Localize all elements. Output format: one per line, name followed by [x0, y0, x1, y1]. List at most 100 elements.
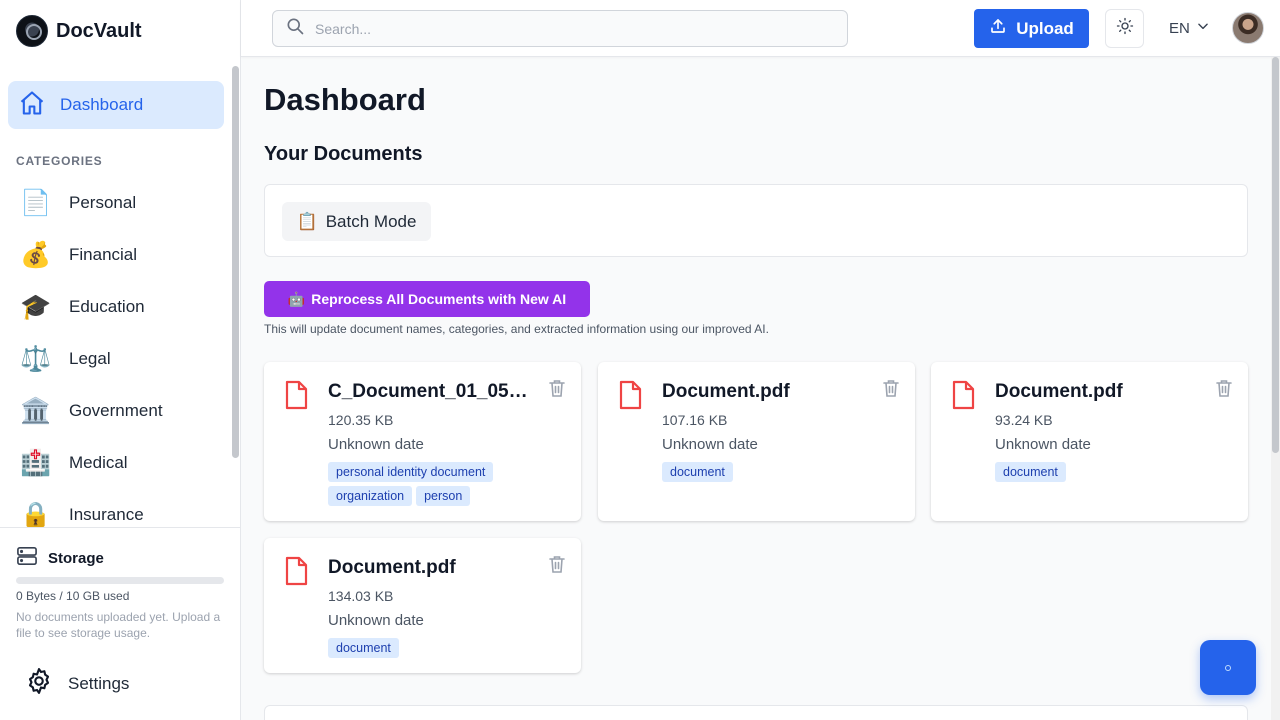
settings-link[interactable]: Settings — [24, 666, 129, 701]
storage-progress-bar — [16, 577, 224, 584]
document-name: C_Document_01_05_1... — [328, 381, 538, 402]
sidebar-item-personal[interactable]: 📄 Personal — [20, 183, 220, 223]
chat-assistant-button[interactable] — [1200, 640, 1256, 695]
file-icon — [618, 380, 642, 415]
sidebar-scrollbar[interactable] — [232, 66, 239, 458]
main-scrollbar[interactable] — [1272, 57, 1279, 453]
file-icon — [951, 380, 975, 415]
document-tag[interactable]: document — [328, 638, 399, 658]
document-tag[interactable]: document — [995, 462, 1066, 482]
sidebar-item-education[interactable]: 🎓 Education — [20, 287, 220, 327]
sidebar-item-legal[interactable]: ⚖️ Legal — [20, 339, 220, 379]
document-tags: document — [328, 638, 548, 658]
document-size: 120.35 KB — [328, 412, 394, 428]
main-content: Dashboard Your Documents 📋 Batch Mode 🤖 … — [241, 57, 1271, 720]
topbar: Upload EN — [241, 0, 1280, 57]
chat-icon — [1225, 664, 1231, 671]
document-card[interactable]: Document.pdf 107.16 KB Unknown date docu… — [598, 362, 915, 521]
page-title: Dashboard — [264, 82, 426, 117]
upload-icon — [989, 17, 1007, 40]
sidebar-item-label: Financial — [69, 245, 138, 264]
trash-icon[interactable] — [549, 555, 565, 578]
main-scrollbar-track — [1271, 57, 1280, 720]
reprocess-all-button[interactable]: 🤖 Reprocess All Documents with New AI — [264, 281, 590, 317]
document-card[interactable]: C_Document_01_05_1... 120.35 KB Unknown … — [264, 362, 581, 521]
sidebar-item-label: Dashboard — [60, 95, 144, 114]
document-tags: personal identity document organization … — [328, 462, 548, 506]
storage-title: Storage — [48, 550, 104, 567]
document-tags: document — [662, 462, 882, 482]
document-size: 107.16 KB — [662, 412, 728, 428]
sidebar-nav: Dashboard CATEGORIES 📄 Personal 💰 Financ… — [0, 64, 240, 527]
document-date: Unknown date — [328, 612, 424, 629]
document-name: Document.pdf — [662, 381, 790, 402]
sidebar-item-insurance[interactable]: 🔒 Insurance — [20, 495, 220, 527]
gear-icon — [24, 666, 54, 701]
chevron-down-icon — [1196, 19, 1210, 37]
file-icon — [284, 556, 308, 591]
brand-name: DocVault — [56, 19, 142, 42]
storage-header: Storage — [16, 546, 104, 571]
hospital-icon: 🏥 — [20, 449, 52, 477]
sidebar-item-financial[interactable]: 💰 Financial — [20, 235, 220, 275]
sidebar-item-dashboard[interactable]: Dashboard — [8, 81, 224, 129]
scales-icon: ⚖️ — [20, 345, 52, 373]
document-icon: 📄 — [20, 189, 52, 217]
sidebar-item-label: Insurance — [69, 505, 144, 524]
storage-drive-icon — [16, 546, 38, 571]
storage-note: No documents uploaded yet. Upload a file… — [16, 610, 221, 640]
language-label: EN — [1169, 19, 1190, 37]
document-size: 93.24 KB — [995, 412, 1053, 428]
trash-icon[interactable] — [1216, 379, 1232, 402]
sidebar: DocVault Dashboard CATEGORIES 📄 Personal… — [0, 0, 241, 720]
sidebar-item-label: Legal — [69, 349, 111, 368]
bottom-panel — [264, 705, 1248, 720]
section-title: Your Documents — [264, 143, 423, 165]
lock-icon: 🔒 — [20, 501, 52, 527]
sidebar-item-label: Education — [69, 297, 145, 316]
search-icon — [285, 16, 305, 41]
sidebar-item-government[interactable]: 🏛️ Government — [20, 391, 220, 431]
document-size: 134.03 KB — [328, 588, 394, 604]
reprocess-note: This will update document names, categor… — [264, 322, 769, 336]
search-input[interactable] — [315, 20, 815, 37]
clipboard-icon: 📋 — [296, 211, 318, 231]
brand[interactable]: DocVault — [16, 15, 142, 47]
reprocess-label: Reprocess All Documents with New AI — [311, 291, 567, 307]
home-icon — [18, 89, 46, 122]
graduation-cap-icon: 🎓 — [20, 293, 52, 321]
upload-button[interactable]: Upload — [974, 9, 1089, 48]
document-tag[interactable]: personal identity document — [328, 462, 494, 482]
document-date: Unknown date — [662, 436, 758, 453]
sidebar-item-label: Government — [69, 401, 163, 420]
file-icon — [284, 380, 308, 415]
docvault-logo-icon — [16, 15, 48, 47]
theme-toggle-button[interactable] — [1105, 9, 1144, 48]
trash-icon[interactable] — [549, 379, 565, 402]
user-avatar[interactable] — [1232, 12, 1264, 44]
language-selector[interactable]: EN — [1169, 19, 1210, 37]
document-card[interactable]: Document.pdf 93.24 KB Unknown date docum… — [931, 362, 1248, 521]
document-name: Document.pdf — [995, 381, 1123, 402]
settings-label: Settings — [68, 673, 130, 693]
document-tag[interactable]: person — [416, 486, 471, 506]
batch-mode-button[interactable]: 📋 Batch Mode — [282, 202, 431, 241]
sidebar-item-medical[interactable]: 🏥 Medical — [20, 443, 220, 483]
document-tag[interactable]: organization — [328, 486, 413, 506]
document-date: Unknown date — [328, 436, 424, 453]
storage-used-text: 0 Bytes / 10 GB used — [16, 589, 130, 603]
trash-icon[interactable] — [883, 379, 899, 402]
storage-panel: Storage 0 Bytes / 10 GB used No document… — [0, 527, 240, 720]
upload-label: Upload — [1016, 18, 1074, 38]
document-card[interactable]: Document.pdf 134.03 KB Unknown date docu… — [264, 538, 581, 673]
batch-mode-label: Batch Mode — [325, 211, 417, 231]
batch-panel: 📋 Batch Mode — [264, 184, 1248, 257]
document-tag[interactable]: document — [662, 462, 733, 482]
sun-icon — [1116, 17, 1134, 40]
search-box[interactable] — [272, 10, 848, 47]
document-date: Unknown date — [995, 436, 1091, 453]
government-building-icon: 🏛️ — [20, 397, 52, 425]
sidebar-item-label: Personal — [69, 193, 137, 212]
categories-heading: CATEGORIES — [16, 154, 103, 168]
document-name: Document.pdf — [328, 557, 456, 578]
